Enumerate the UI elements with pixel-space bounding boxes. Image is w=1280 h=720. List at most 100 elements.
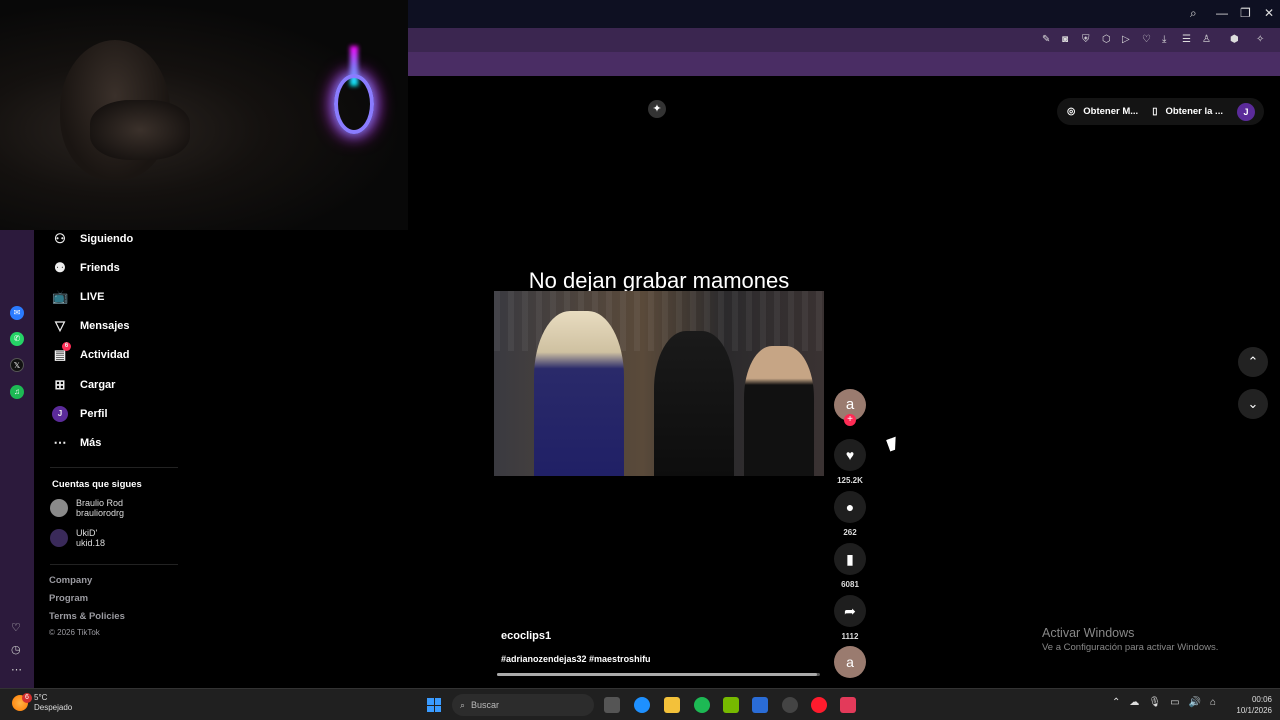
get-app-button[interactable]: Obtener la ... [1165,106,1223,117]
taskbar-search[interactable]: ⌕ Buscar [452,694,594,716]
spotify-icon[interactable] [694,697,710,713]
download-icon[interactable]: ⤓ [1162,34,1166,45]
previous-video-button[interactable]: ⌃ [1238,347,1268,377]
edge-icon[interactable] [634,697,650,713]
sidebar-item-actividad[interactable]: ▤ 6 Actividad [52,342,130,367]
opera-icon[interactable] [811,697,827,713]
comment-button[interactable]: ● [834,491,866,523]
following-handle: ukid.18 [76,538,106,548]
sidebar-item-mensajes[interactable]: ▽ Mensajes [52,314,130,338]
task-view-icon[interactable] [604,697,620,713]
browser-bookmarks-bar [408,52,1280,76]
maximize-icon[interactable]: ❐ [1240,6,1251,20]
video-username[interactable]: ecoclips1 [501,630,551,642]
extension-icon[interactable]: ⬢ [1230,34,1239,45]
following-item[interactable]: UkiD' ukid.18 [50,528,105,548]
heart-icon[interactable]: ♡ [11,621,21,634]
weather-temp: 5°C [34,693,48,702]
windows-start-icon[interactable] [427,698,441,712]
taskbar-clock[interactable]: 00:06 10/1/2026 [1224,694,1272,716]
video-progress-bar[interactable] [497,673,820,676]
volume-icon[interactable]: 🔊 [1189,697,1201,708]
sidebar-item-cargar[interactable]: ⊞ Cargar [52,373,116,397]
x-icon[interactable]: 𝕏 [10,358,24,372]
search-icon: ⌕ [460,699,466,710]
minimize-icon[interactable]: — [1216,6,1228,20]
mouse-cursor [886,436,900,452]
get-coins-button[interactable]: Obtener M... [1083,106,1138,117]
sidebar-item-label: Friends [80,262,120,274]
heart-icon: ♥ [845,447,855,463]
edit-icon[interactable]: ✎ [1042,34,1050,45]
footer-link-program[interactable]: Program [49,593,88,604]
more-icon: ⋯ [53,435,67,450]
search-icon[interactable]: ⌕ [1190,6,1197,21]
ai-icon[interactable]: ✧ [1256,34,1264,45]
sidebar-item-mas[interactable]: ⋯ Más [52,431,102,455]
weather-desc: Despejado [34,703,73,712]
plus-square-icon: ⊞ [54,377,66,392]
app-icon[interactable] [840,697,856,713]
network-icon[interactable]: ⌂ [1210,697,1216,708]
sidebar-item-siguiendo[interactable]: ⚇ Siguiendo [52,227,133,251]
save-button[interactable]: ▮ [834,543,866,575]
nvidia-icon[interactable] [723,697,739,713]
avatar[interactable]: J [1236,102,1255,121]
close-icon[interactable]: ✕ [1264,6,1274,20]
share-button[interactable]: ➦ [834,595,866,627]
obs-icon[interactable] [782,697,798,713]
video-hashtags[interactable]: #adrianozendejas32 #maestroshifu [501,654,651,664]
sidebar-item-label: Mensajes [80,320,130,332]
like-button[interactable]: ♥ [834,439,866,471]
chevron-up-icon[interactable]: ⌃ [1112,697,1120,708]
store-icon[interactable] [752,697,768,713]
history-icon[interactable]: ◷ [11,643,21,656]
music-disc[interactable]: a [834,646,866,678]
tiktok-sidebar: ⚇ Siguiendo ⚉ Friends 📺 LIVE ▽ Mensajes … [34,230,408,688]
footer-link-terms[interactable]: Terms & Policies [49,611,125,622]
sidebar-item-label: Siguiendo [80,233,134,245]
comment-icon: ● [845,499,855,515]
send-icon: ▽ [55,318,65,333]
sparkle-icon[interactable]: ✦ [648,100,666,118]
browser-side-panel: ✉ ✆ 𝕏 ♫ ♡ ◷ ⋯ [0,230,34,688]
avatar: J [52,406,68,422]
phone-icon: ▯ [1152,106,1158,117]
browser-titlebar: ⌕ — ❐ ✕ [408,0,1280,28]
sidebar-item-live[interactable]: 📺 LIVE [52,285,104,309]
whatsapp-icon[interactable]: ✆ [10,332,24,346]
following-name: UkiD' [76,528,98,538]
cube-icon[interactable]: ⬡ [1102,34,1111,45]
profile-icon[interactable]: ♙ [1202,34,1211,45]
shield-icon[interactable]: ⛨ [1082,34,1090,45]
messenger-icon[interactable]: ✉ [10,306,24,320]
weather-widget[interactable]: 5°C Despejado [12,693,72,713]
footer-link-company[interactable]: Company [49,575,92,586]
play-icon[interactable]: ▷ [1122,34,1130,45]
activity-icon: ▤ 6 [52,342,71,363]
following-section-title: Cuentas que sigues [52,479,142,490]
next-video-button[interactable]: ⌄ [1238,389,1268,419]
divider [50,467,178,468]
camera-icon[interactable]: ◙ [1062,34,1068,45]
search-placeholder: Buscar [471,700,500,710]
sidebar-item-perfil[interactable]: J Perfil [52,402,108,426]
sidebar-item-label: LIVE [80,291,105,303]
following-item[interactable]: Braulio Rod brauliorodrg [50,498,124,518]
display-icon[interactable]: ▭ [1170,697,1179,708]
spotify-icon[interactable]: ♫ [10,385,24,399]
menu-icon[interactable]: ☰ [1182,34,1191,45]
top-right-actions: ◎ Obtener M... ▯ Obtener la ... J [1057,98,1264,125]
follow-plus-icon[interactable]: + [844,414,856,426]
save-count: 6081 [841,580,859,589]
video-player[interactable] [494,291,824,476]
browser-toolbar: ✎ ◙ ⛨ ⬡ ▷ ♡ ⤓ ☰ ♙ ⬢ ✧ [408,28,1280,52]
mic-icon[interactable]: 🎙 [1148,697,1161,708]
chevron-down-icon: ⌄ [1247,396,1259,411]
file-explorer-icon[interactable] [664,697,680,713]
like-count: 125.2K [837,476,863,485]
cloud-icon[interactable]: ☁ [1129,697,1139,708]
more-icon[interactable]: ⋯ [11,663,22,676]
heart-icon[interactable]: ♡ [1142,34,1151,45]
sidebar-item-friends[interactable]: ⚉ Friends [52,256,120,280]
